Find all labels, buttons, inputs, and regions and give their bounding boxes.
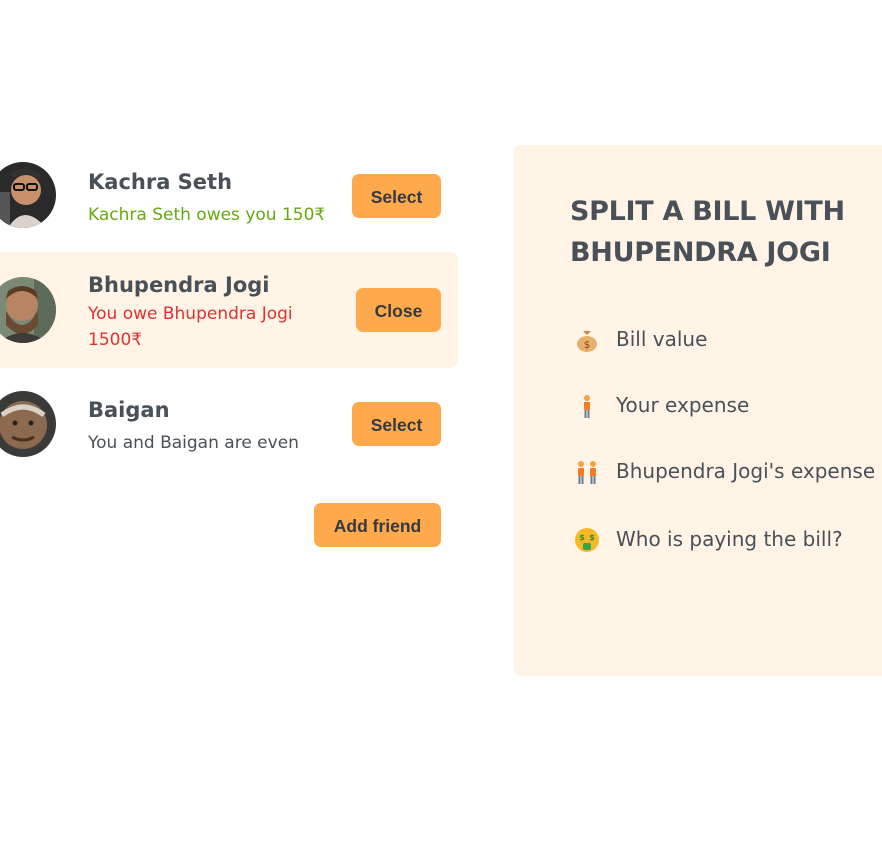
field-label: Your expense	[616, 393, 750, 417]
avatar	[0, 277, 56, 343]
close-friend-button[interactable]: Close	[356, 288, 441, 332]
select-friend-button[interactable]: Select	[352, 402, 441, 446]
field-label: Bhupendra Jogi's expense	[616, 459, 876, 483]
field-label: Who is paying the bill?	[616, 527, 843, 551]
friend-name: Kachra Seth	[88, 170, 233, 194]
friend-name: Bhupendra Jogi	[88, 273, 270, 297]
money-bag-icon: $	[574, 327, 600, 353]
split-bill-form: SPLIT A BILL WITH BHUPENDRA JOGI $ Bill …	[514, 145, 882, 676]
avatar	[0, 391, 56, 457]
svg-text:$: $	[584, 340, 590, 351]
two-people-icon	[574, 459, 600, 485]
friend-balance-status: Kachra Seth owes you 150₹	[88, 205, 326, 225]
svg-text:$: $	[579, 533, 585, 542]
friend-item-bhupendra-jogi: Bhupendra Jogi You owe Bhupendra Jogi 15…	[0, 252, 458, 368]
split-bill-title: SPLIT A BILL WITH BHUPENDRA JOGI	[570, 196, 845, 268]
avatar	[0, 162, 56, 228]
select-friend-button[interactable]: Select	[352, 174, 441, 218]
friend-item-kachra-seth: Kachra Seth Kachra Seth owes you 150₹ Se…	[0, 150, 458, 240]
field-label: Bill value	[616, 327, 708, 351]
friend-balance-status: You owe Bhupendra Jogi 1500₹	[88, 304, 293, 350]
friend-item-baigan: Baigan You and Baigan are even Select	[0, 380, 458, 470]
svg-text:$: $	[589, 533, 595, 542]
add-friend-button[interactable]: Add friend	[314, 503, 441, 547]
money-face-icon: $ $	[574, 527, 600, 553]
friend-balance-status: You and Baigan are even	[88, 433, 299, 453]
friend-name: Baigan	[88, 398, 170, 422]
person-icon	[574, 393, 600, 419]
